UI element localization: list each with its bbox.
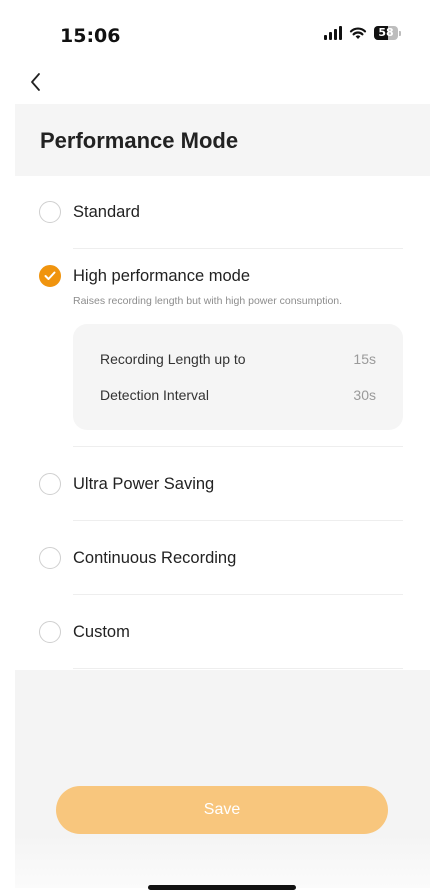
divider	[73, 668, 403, 669]
nav-bar	[0, 60, 438, 104]
radio-continuous-recording[interactable]	[39, 547, 61, 569]
battery-level: 58	[378, 26, 394, 39]
option-continuous-recording[interactable]: Continuous Recording	[15, 521, 430, 595]
title-band: Performance Mode	[15, 104, 430, 176]
detail-value-detection-interval: 30s	[353, 387, 376, 403]
detail-label-detection-interval: Detection Interval	[100, 387, 209, 403]
option-label: High performance mode	[73, 267, 251, 285]
signal-icon	[324, 26, 342, 40]
option-label: Standard	[73, 203, 140, 221]
option-ultra-power-saving[interactable]: Ultra Power Saving	[15, 447, 430, 521]
radio-ultra-power-saving[interactable]	[39, 473, 61, 495]
chevron-left-icon	[31, 73, 40, 91]
option-label: Continuous Recording	[73, 549, 237, 567]
radio-standard[interactable]	[39, 201, 61, 223]
option-description: Raises recording length but with high po…	[73, 295, 343, 307]
option-label: Custom	[73, 623, 130, 641]
option-label: Ultra Power Saving	[73, 475, 215, 493]
wifi-icon	[349, 27, 367, 39]
page-title: Performance Mode	[40, 128, 239, 153]
radio-high-performance[interactable]	[39, 265, 61, 287]
checkmark-icon	[44, 271, 56, 280]
options-list: Standard High performance mode Raises re…	[15, 176, 430, 670]
option-custom[interactable]: Custom	[15, 595, 430, 669]
battery-icon: 58	[374, 26, 401, 40]
home-indicator[interactable]	[148, 885, 296, 890]
performance-details: Recording Length up to 15s Detection Int…	[73, 324, 403, 430]
radio-custom[interactable]	[39, 621, 61, 643]
back-button[interactable]	[26, 68, 50, 96]
status-icons: 58	[324, 26, 401, 40]
footer-area	[15, 670, 430, 888]
status-time: 15:06	[60, 25, 121, 47]
option-standard[interactable]: Standard	[15, 176, 430, 249]
detail-value-recording-length: 15s	[353, 351, 376, 367]
status-bar: 15:06 58	[0, 0, 438, 60]
detail-label-recording-length: Recording Length up to	[100, 351, 246, 367]
save-button[interactable]: Save	[56, 786, 388, 834]
